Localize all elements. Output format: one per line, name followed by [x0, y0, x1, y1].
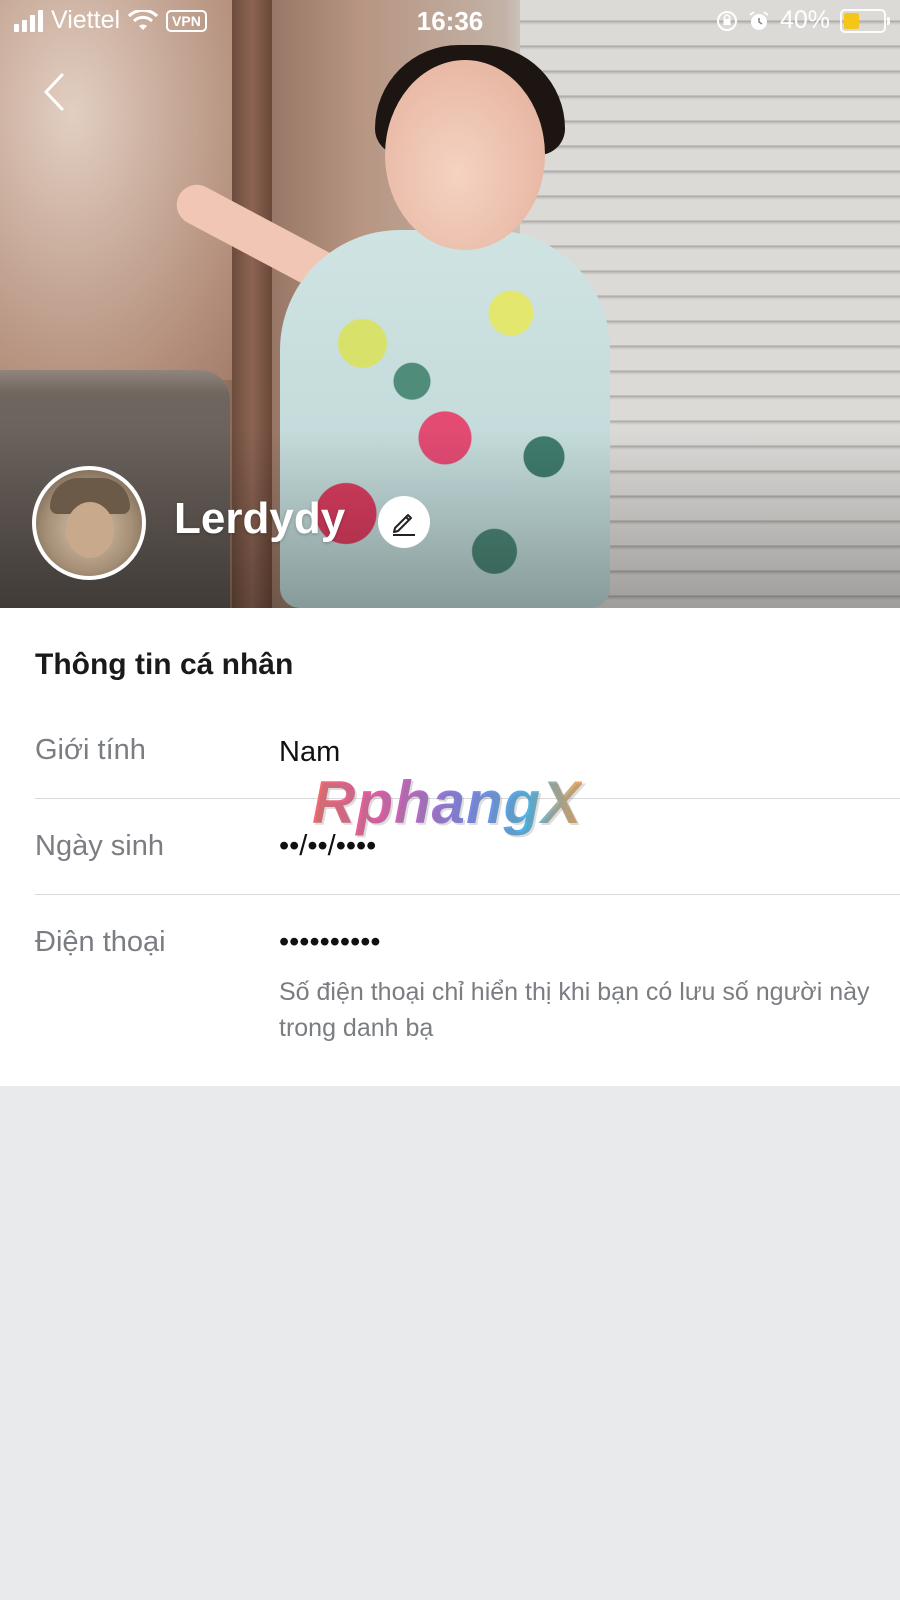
- status-bar: Viettel VPN 16:36 40%: [0, 0, 900, 44]
- cover-child-face: [385, 60, 545, 250]
- watermark-logo: RphangX: [312, 769, 583, 836]
- gender-label: Giới tính: [35, 734, 146, 766]
- alarm-icon: [749, 10, 769, 30]
- battery-icon: [840, 8, 890, 33]
- section-title: Thông tin cá nhân: [35, 648, 294, 681]
- battery-fill: [844, 12, 860, 29]
- chevron-left-icon: [44, 73, 64, 111]
- phone-visibility-hint: Số điện thoại chỉ hiển thị khi bạn có lư…: [279, 978, 870, 1042]
- gender-value: Nam: [279, 736, 341, 768]
- phone-label: Điện thoại: [35, 926, 166, 958]
- birthday-label: Ngày sinh: [35, 830, 164, 862]
- orientation-lock-icon: [716, 10, 737, 31]
- pencil-icon: [393, 514, 415, 536]
- avatar-face: [66, 502, 114, 558]
- personal-info-card: Thông tin cá nhân Giới tính Nam Ngày sin…: [0, 608, 900, 1086]
- phone-value: ••••••••••: [279, 926, 381, 958]
- avatar[interactable]: [32, 466, 146, 580]
- edit-name-button[interactable]: [378, 496, 430, 548]
- divider: [35, 894, 900, 895]
- back-button[interactable]: [32, 70, 76, 114]
- status-right: 40%: [716, 6, 890, 35]
- battery-percentage: 40%: [779, 6, 830, 34]
- battery-cap: [887, 16, 890, 25]
- profile-name: Lerdydy: [174, 494, 346, 543]
